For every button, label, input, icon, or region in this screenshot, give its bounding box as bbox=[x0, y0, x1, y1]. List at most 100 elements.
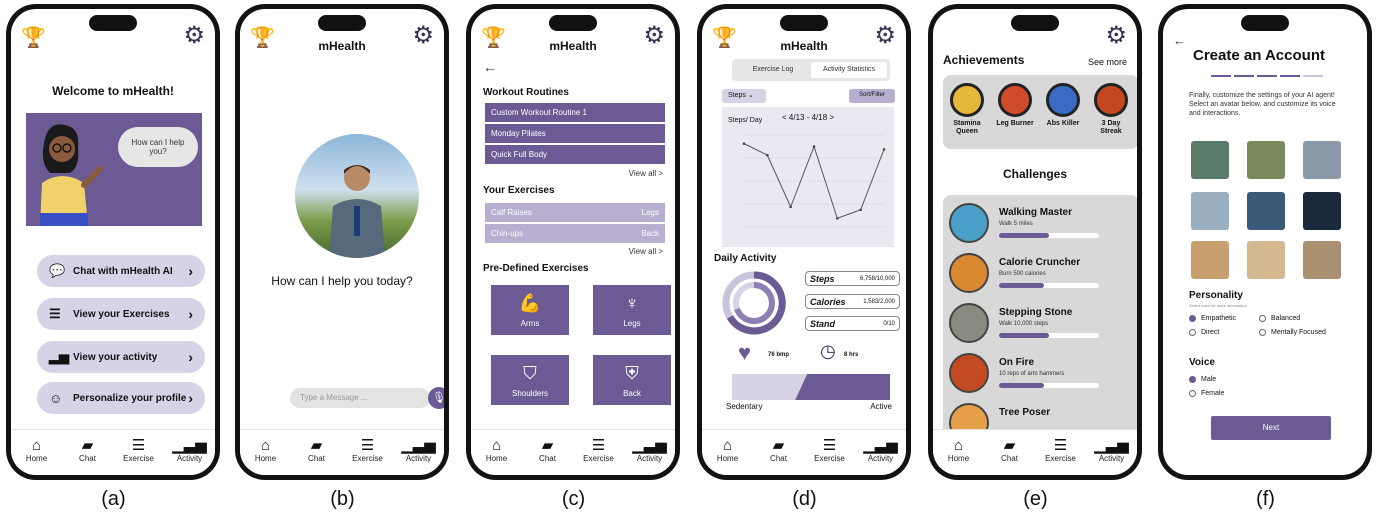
active-label: Active bbox=[870, 402, 892, 411]
challenge-item[interactable]: Stepping Stone Walk 10,000 steps bbox=[949, 303, 1137, 347]
personality-option[interactable]: Direct bbox=[1189, 329, 1219, 336]
challenge-image bbox=[949, 303, 989, 343]
activity-statistics-tab[interactable]: Activity Statistics bbox=[811, 62, 887, 78]
avatar-option[interactable] bbox=[1247, 241, 1285, 279]
microphone-icon[interactable]: 🎙 bbox=[428, 387, 444, 409]
camera-notch bbox=[549, 15, 597, 31]
challenge-item[interactable]: Calorie Cruncher Burn 500 calories bbox=[949, 253, 1137, 297]
tab-label: Chat bbox=[308, 454, 325, 463]
sort-filter-button[interactable]: Sort/Filter bbox=[849, 89, 895, 103]
activity-chart-icon: ▁▃▅ bbox=[1094, 437, 1129, 454]
chat-with-ai-button[interactable]: 💬 Chat with mHealth AI › bbox=[37, 255, 205, 287]
assistant-photo bbox=[329, 165, 385, 258]
stat-value: 6,758/10,000 bbox=[859, 275, 895, 282]
tab-exercise[interactable]: ☰ Exercise bbox=[577, 438, 621, 475]
avatar-option[interactable] bbox=[1247, 141, 1285, 179]
avatar-option[interactable] bbox=[1247, 192, 1285, 230]
badge[interactable]: 3 Day Streak bbox=[1091, 83, 1131, 136]
gear-icon[interactable]: ⚙ bbox=[1105, 21, 1127, 50]
back-arrow-icon[interactable]: ← bbox=[1173, 33, 1186, 48]
view-exercises-button[interactable]: ☰ View your Exercises › bbox=[37, 298, 205, 330]
back-arrow-icon[interactable]: ← bbox=[483, 59, 497, 75]
legs-tile[interactable]: ♆ Legs bbox=[593, 285, 671, 335]
data-point bbox=[836, 217, 839, 220]
tab-activity[interactable]: ▁▃▅ Activity bbox=[859, 438, 903, 475]
personalize-profile-button[interactable]: ☺ Personalize your profile › bbox=[37, 382, 205, 414]
routine-row[interactable]: Custom Workout Routine 1 bbox=[485, 103, 665, 122]
avatar-option[interactable] bbox=[1191, 192, 1229, 230]
progress-fill bbox=[999, 283, 1044, 288]
challenge-item[interactable]: Walking Master Walk 5 miles bbox=[949, 203, 1137, 247]
home-icon: ⌂ bbox=[31, 437, 42, 454]
personality-option[interactable]: Balanced bbox=[1259, 315, 1300, 322]
avatar-option[interactable] bbox=[1303, 192, 1341, 230]
tab-home[interactable]: ⌂ Home bbox=[706, 438, 750, 475]
challenge-item[interactable]: On Fire 10 reps of arm hammers bbox=[949, 353, 1137, 397]
badge[interactable]: Abs Killer bbox=[1043, 83, 1083, 128]
see-more-link[interactable]: See more bbox=[1088, 57, 1127, 67]
app-title: mHealth bbox=[318, 39, 366, 53]
tab-exercise[interactable]: ☰ Exercise bbox=[808, 438, 852, 475]
avatar-option[interactable] bbox=[1303, 241, 1341, 279]
list-icon: ☰ bbox=[131, 437, 146, 454]
tab-home[interactable]: ⌂ Home bbox=[15, 438, 59, 475]
assistant-banner: How can I help you? bbox=[26, 113, 202, 226]
tab-chat[interactable]: ▰ Chat bbox=[295, 438, 339, 475]
exercise-row[interactable]: Chin-ups Back bbox=[485, 224, 665, 243]
tab-label: Home bbox=[716, 454, 739, 463]
personality-option[interactable]: Empathetic bbox=[1189, 315, 1236, 322]
tab-chat[interactable]: ▰ Chat bbox=[757, 438, 801, 475]
chat-icon: ▰ bbox=[81, 437, 94, 454]
button-label: Personalize your profile bbox=[73, 392, 187, 404]
avatar-option[interactable] bbox=[1191, 241, 1229, 279]
avatar-option[interactable] bbox=[1303, 141, 1341, 179]
tab-chat[interactable]: ▰ Chat bbox=[526, 438, 570, 475]
caption: (f) bbox=[1256, 488, 1275, 510]
tab-exercise[interactable]: ☰ Exercise bbox=[117, 438, 161, 475]
radio-selected-icon bbox=[1189, 315, 1196, 322]
back-tile[interactable]: ⛨ Back bbox=[593, 355, 671, 405]
tab-label: Home bbox=[254, 454, 277, 463]
badge[interactable]: Leg Burner bbox=[995, 83, 1035, 128]
tab-home[interactable]: ⌂ Home bbox=[937, 438, 981, 475]
trophy-icon[interactable]: 🏆 bbox=[21, 25, 46, 50]
tab-activity[interactable]: ▁▃▅ Activity bbox=[628, 438, 672, 475]
tab-exercise[interactable]: ☰ Exercise bbox=[1039, 438, 1083, 475]
exercise-log-tab[interactable]: Exercise Log bbox=[735, 62, 811, 78]
stat-label: Calories bbox=[810, 296, 846, 307]
caption: (d) bbox=[792, 488, 817, 510]
chat-icon: ▰ bbox=[310, 437, 323, 454]
tab-activity[interactable]: ▁▃▅ Activity bbox=[397, 438, 441, 475]
voice-option[interactable]: Female bbox=[1189, 390, 1224, 397]
metric-select[interactable]: Steps ⌄ bbox=[722, 89, 766, 103]
tab-exercise[interactable]: ☰ Exercise bbox=[346, 438, 390, 475]
routine-row[interactable]: Quick Full Body bbox=[485, 145, 665, 164]
routine-row[interactable]: Monday Pilates bbox=[485, 124, 665, 143]
tab-home[interactable]: ⌂ Home bbox=[475, 438, 519, 475]
heart-icon: ♥ bbox=[738, 340, 752, 365]
tile-label: Shoulders bbox=[511, 389, 549, 398]
personality-option[interactable]: Mentally Focused bbox=[1259, 329, 1326, 336]
arms-tile[interactable]: 💪 Arms bbox=[491, 285, 569, 335]
achievements-screen: ⚙ Achievements See more Stamina Queen Le… bbox=[933, 9, 1137, 475]
message-input[interactable]: Type a Message ... bbox=[290, 388, 430, 408]
tab-chat[interactable]: ▰ Chat bbox=[66, 438, 110, 475]
badge[interactable]: Stamina Queen bbox=[947, 83, 987, 136]
exercise-screen: 🏆 ⚙ mHealth ← Workout Routines Custom Wo… bbox=[471, 9, 675, 475]
view-all-link[interactable]: View all > bbox=[629, 247, 663, 256]
shoulders-tile[interactable]: ⛉ Shoulders bbox=[491, 355, 569, 405]
view-all-link[interactable]: View all > bbox=[629, 169, 663, 178]
activity-chart-icon: ▁▃▅ bbox=[632, 437, 667, 454]
tab-home[interactable]: ⌂ Home bbox=[244, 438, 288, 475]
tab-activity[interactable]: ▁▃▅ Activity bbox=[168, 438, 212, 475]
tab-chat[interactable]: ▰ Chat bbox=[988, 438, 1032, 475]
view-activity-button[interactable]: ▂▅ View your activity › bbox=[37, 341, 205, 373]
chat-icon: ▰ bbox=[772, 437, 785, 454]
avatar-option[interactable] bbox=[1191, 141, 1229, 179]
exercise-row[interactable]: Calf Raises Legs bbox=[485, 203, 665, 222]
next-button[interactable]: Next bbox=[1211, 416, 1331, 440]
gear-icon[interactable]: ⚙ bbox=[183, 21, 205, 50]
challenge-subtitle: Burn 500 calories bbox=[999, 271, 1046, 277]
voice-option[interactable]: Male bbox=[1189, 376, 1216, 383]
tab-activity[interactable]: ▁▃▅ Activity bbox=[1090, 438, 1134, 475]
